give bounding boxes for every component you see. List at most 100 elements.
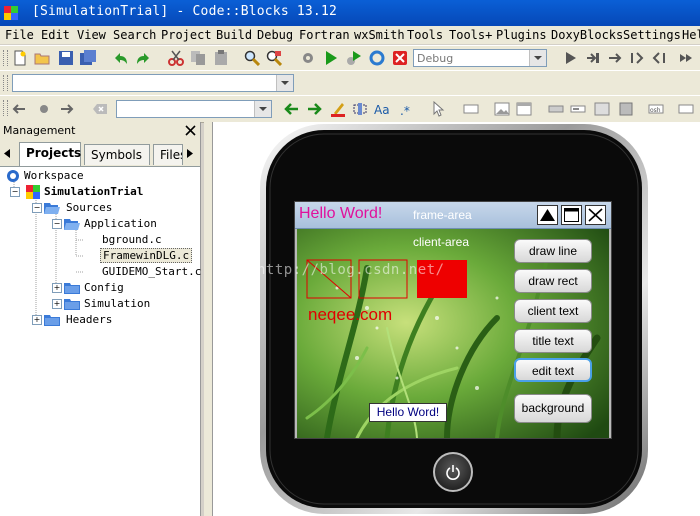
- tree-item-simulation[interactable]: + Simulation: [0, 296, 200, 312]
- hello-word-textbox[interactable]: Hello Word!: [369, 403, 447, 422]
- chevron-left-icon[interactable]: [4, 149, 11, 158]
- expand-icon[interactable]: +: [52, 283, 62, 293]
- debug-step-into-icon[interactable]: [629, 50, 645, 66]
- code-scope-combo[interactable]: [12, 74, 294, 92]
- tree-item-file[interactable]: FramewinDLG.c: [0, 248, 200, 264]
- tree-item-file[interactable]: bground.c: [0, 232, 200, 248]
- build-settings-icon[interactable]: [300, 50, 316, 66]
- collapse-icon[interactable]: −: [10, 187, 20, 197]
- background-button[interactable]: background: [514, 394, 592, 423]
- collapse-icon[interactable]: −: [32, 203, 42, 213]
- run-icon[interactable]: [323, 50, 339, 66]
- draw-line-button[interactable]: draw line: [514, 239, 592, 263]
- arrow-left-icon[interactable]: [284, 101, 300, 117]
- debug-step-out-icon[interactable]: [651, 50, 667, 66]
- frame-titlebar[interactable]: Hello Word! frame-area: [295, 202, 611, 229]
- debug-next-icon[interactable]: [607, 50, 623, 66]
- toolbar-grip[interactable]: [3, 100, 8, 116]
- build-and-run-icon[interactable]: [346, 50, 362, 66]
- menu-build[interactable]: Build: [216, 28, 252, 42]
- menu-fortran[interactable]: Fortran: [299, 28, 350, 42]
- menu-edit[interactable]: Edit: [41, 28, 70, 42]
- menu-file[interactable]: File: [5, 28, 34, 42]
- checkbox-widget-icon[interactable]: [678, 101, 694, 117]
- rebuild-icon[interactable]: [369, 50, 385, 66]
- list-widget-icon[interactable]: [618, 101, 634, 117]
- button-widget-icon[interactable]: [548, 101, 564, 117]
- toolbar-grip[interactable]: [3, 75, 8, 91]
- select-icon[interactable]: [352, 101, 368, 117]
- menu-debug[interactable]: Debug: [257, 28, 293, 42]
- undo-icon[interactable]: [112, 50, 128, 66]
- menu-tools[interactable]: Tools: [407, 28, 443, 42]
- tab-projects[interactable]: Projects: [19, 142, 81, 166]
- tree-item-config[interactable]: + Config: [0, 280, 200, 296]
- edit-text-button[interactable]: edit text: [514, 358, 592, 382]
- frame-restore-button[interactable]: [561, 205, 582, 225]
- edit-widget-icon[interactable]: [570, 101, 586, 117]
- frame-close-button[interactable]: [585, 205, 606, 225]
- debug-run-icon[interactable]: [563, 50, 579, 66]
- find-icon[interactable]: [244, 50, 260, 66]
- open-file-icon[interactable]: [34, 50, 50, 66]
- regex-icon[interactable]: .*: [398, 101, 414, 117]
- menu-view[interactable]: View: [77, 28, 106, 42]
- expand-icon[interactable]: +: [32, 315, 42, 325]
- debug-break-icon[interactable]: [678, 50, 694, 66]
- debug-step-icon[interactable]: [585, 50, 601, 66]
- tree-item-sources[interactable]: − Sources: [0, 200, 200, 216]
- new-file-icon[interactable]: [12, 50, 28, 66]
- chevron-down-icon[interactable]: [254, 101, 271, 117]
- pointer-icon[interactable]: [430, 101, 446, 117]
- paste-icon[interactable]: [213, 50, 229, 66]
- power-button[interactable]: [433, 452, 473, 492]
- menu-doxyblocks[interactable]: DoxyBlocks: [551, 28, 623, 42]
- text-widget-icon[interactable]: osh: [648, 101, 664, 117]
- arrow-right-icon[interactable]: [306, 101, 322, 117]
- frame-widget-icon[interactable]: [594, 101, 610, 117]
- clear-icon[interactable]: [92, 101, 108, 117]
- highlight-icon[interactable]: [330, 101, 346, 117]
- cut-icon[interactable]: [168, 50, 184, 66]
- menu-help[interactable]: Help: [682, 28, 700, 42]
- jump-back-icon[interactable]: [12, 101, 28, 117]
- chevron-down-icon[interactable]: [529, 50, 546, 66]
- menu-project[interactable]: Project: [161, 28, 212, 42]
- menu-plugins[interactable]: Plugins: [496, 28, 547, 42]
- menu-search[interactable]: Search: [113, 28, 156, 42]
- copy-icon[interactable]: [190, 50, 206, 66]
- editor-splitter[interactable]: [204, 122, 213, 516]
- window-widget-icon[interactable]: [516, 101, 532, 117]
- tree-item-file[interactable]: GUIDEMO_Start.c: [0, 264, 201, 280]
- tree-item-project[interactable]: − SimulationTrial: [0, 184, 200, 200]
- close-icon[interactable]: [185, 125, 196, 136]
- collapse-icon[interactable]: −: [52, 219, 62, 229]
- tab-symbols[interactable]: Symbols: [84, 144, 150, 165]
- save-icon[interactable]: [58, 50, 74, 66]
- build-target-combo[interactable]: Debug: [413, 49, 547, 67]
- chevron-right-icon[interactable]: [187, 149, 194, 158]
- tree-item-headers[interactable]: + Headers: [0, 312, 200, 328]
- tab-files[interactable]: Files: [153, 144, 183, 165]
- chevron-down-icon[interactable]: [276, 75, 293, 91]
- replace-icon[interactable]: [266, 50, 282, 66]
- breakpoint-icon[interactable]: [36, 101, 52, 117]
- client-text-button[interactable]: client text: [514, 299, 592, 323]
- tree-item-workspace[interactable]: Workspace: [0, 168, 200, 184]
- frame-maximize-button[interactable]: [537, 205, 558, 225]
- font-icon[interactable]: Aa: [374, 101, 390, 117]
- expand-icon[interactable]: +: [52, 299, 62, 309]
- draw-rect-button[interactable]: draw rect: [514, 269, 592, 293]
- toolbar-grip[interactable]: [3, 50, 8, 66]
- abort-icon[interactable]: [392, 50, 408, 66]
- image-icon[interactable]: [494, 101, 510, 117]
- menu-settings[interactable]: Settings: [623, 28, 681, 42]
- menu-wxsmith[interactable]: wxSmith: [354, 28, 405, 42]
- save-all-icon[interactable]: [80, 50, 96, 66]
- menu-tools-plus[interactable]: Tools+: [449, 28, 492, 42]
- jump-forward-icon[interactable]: [58, 101, 74, 117]
- title-text-button[interactable]: title text: [514, 329, 592, 353]
- widget-icon[interactable]: [463, 101, 479, 117]
- redo-icon[interactable]: [136, 50, 152, 66]
- symbol-search-combo[interactable]: [116, 100, 272, 118]
